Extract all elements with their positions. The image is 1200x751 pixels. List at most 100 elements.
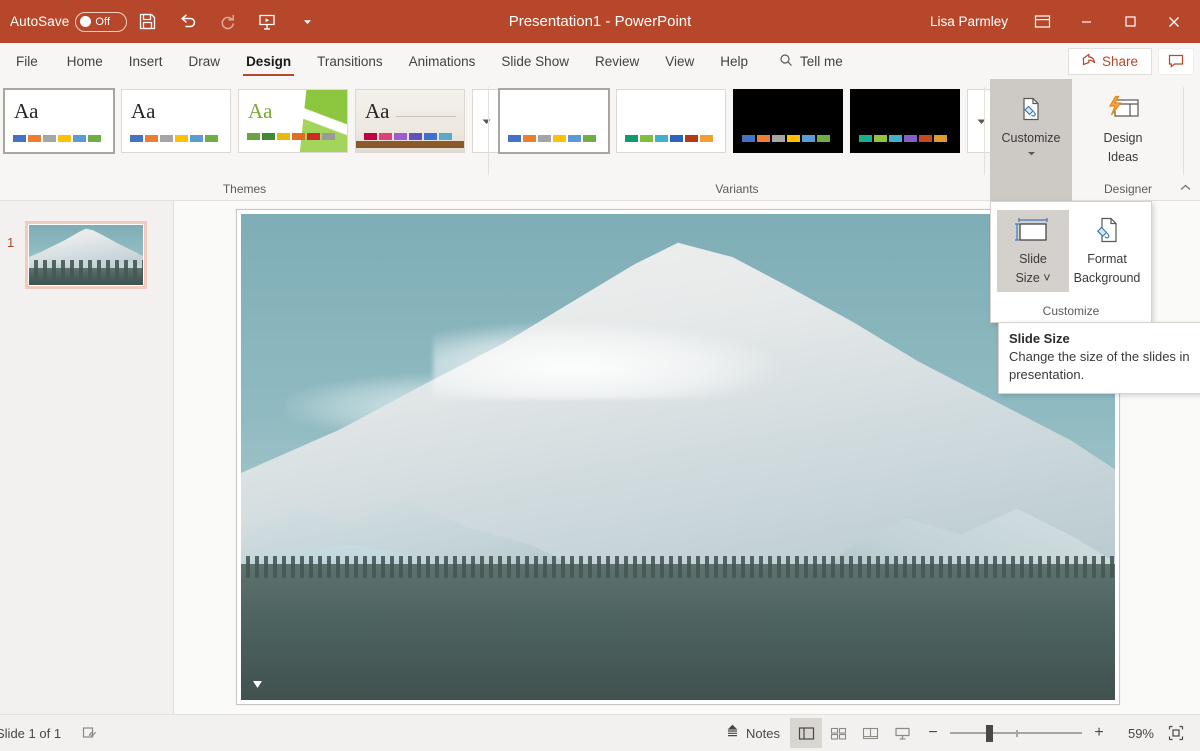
slide-editing-surface[interactable] — [236, 209, 1120, 705]
tab-design[interactable]: Design — [233, 43, 304, 79]
format-background-label-line2: Background — [1073, 271, 1141, 285]
slide-content[interactable] — [241, 214, 1115, 700]
customize-chevron-down-icon[interactable] — [1027, 150, 1036, 157]
zoom-out-button[interactable]: − — [924, 724, 942, 742]
dropdown-group-label: Customize — [1042, 304, 1100, 318]
accessibility-checker-icon[interactable] — [75, 721, 105, 745]
tab-view[interactable]: View — [652, 43, 707, 79]
forest — [29, 260, 143, 285]
tab-help[interactable]: Help — [707, 43, 761, 79]
autosave-toggle[interactable]: Off — [75, 11, 128, 32]
theme-swatches — [130, 135, 218, 142]
group-separator — [1183, 87, 1184, 175]
fit-slide-to-window-icon[interactable] — [1160, 719, 1192, 747]
close-button[interactable] — [1152, 0, 1196, 43]
design-ideas-button[interactable]: Design Ideas — [1082, 85, 1164, 165]
slide-size-label-line2: Size ˅ — [1015, 271, 1051, 285]
ribbon-group-themes: Aa Aa Aa Aa Themes — [0, 79, 500, 201]
user-account-name[interactable]: Lisa Parmley — [918, 14, 1020, 29]
variants-group-label: Variants — [715, 182, 759, 196]
slide-thumbnail-1[interactable] — [25, 221, 147, 289]
theme-sample-text: Aa — [131, 99, 156, 123]
theme-rule-line — [396, 116, 456, 117]
minimize-button[interactable] — [1064, 0, 1108, 43]
status-bar: Slide 1 of 1 Notes − + 59% — [0, 714, 1200, 751]
theme-swatches — [13, 135, 101, 142]
start-presentation-icon[interactable] — [247, 4, 287, 40]
slide-size-tooltip: Slide Size Change the size of the slides… — [998, 322, 1200, 395]
customize-button[interactable]: Customize — [990, 85, 1072, 165]
tab-insert[interactable]: Insert — [116, 43, 176, 79]
tab-draw[interactable]: Draw — [176, 43, 234, 79]
notes-label: Notes — [746, 725, 780, 741]
themes-gallery: Aa Aa Aa Aa — [3, 88, 500, 154]
reading-view-icon[interactable] — [854, 718, 886, 748]
save-icon[interactable] — [127, 4, 167, 40]
redo-icon[interactable] — [207, 4, 247, 40]
tab-slide-show[interactable]: Slide Show — [488, 43, 582, 79]
tab-transitions[interactable]: Transitions — [304, 43, 396, 79]
ribbon-display-options-icon[interactable] — [1020, 0, 1064, 43]
format-background-menu-item[interactable]: Format Background — [1071, 210, 1143, 292]
zoom-slider-midpoint-tick — [1016, 729, 1018, 737]
theme-swatches — [247, 133, 335, 140]
collapse-ribbon-chevron-up-icon[interactable] — [1179, 180, 1192, 198]
forest — [241, 555, 1115, 700]
tab-file[interactable]: File — [0, 43, 54, 79]
green-ribbon-decoration — [299, 90, 347, 152]
title-bar: AutoSave Off Presentation1 - PowerPoint … — [0, 0, 1200, 43]
title-bar-right: Lisa Parmley — [918, 0, 1200, 43]
zoom-controls: − + 59% — [918, 724, 1154, 742]
dropdown-items: Slide Size ˅ Format Background — [991, 202, 1151, 292]
share-icon — [1082, 53, 1096, 69]
variant-swatches — [508, 135, 596, 142]
designer-group-label: Designer — [1103, 182, 1153, 196]
theme-thumbnail-3[interactable]: Aa — [238, 89, 348, 153]
normal-view-icon[interactable] — [790, 718, 822, 748]
slide-sorter-icon[interactable] — [822, 718, 854, 748]
customize-quick-access-toolbar-chevron-down-icon[interactable] — [287, 4, 327, 40]
tell-me-search[interactable]: Tell me — [761, 43, 857, 79]
variant-thumbnail-4[interactable] — [850, 89, 960, 153]
search-icon — [779, 53, 793, 70]
cloud-summit — [433, 320, 783, 399]
tab-bar-right: Share — [1067, 43, 1200, 79]
tab-review[interactable]: Review — [582, 43, 652, 79]
variants-gallery — [498, 88, 995, 154]
wood-strip-decoration — [356, 141, 464, 148]
slide-show-icon[interactable] — [886, 718, 918, 748]
variant-thumbnail-2[interactable] — [616, 89, 726, 153]
zoom-level-label[interactable]: 59% — [1116, 726, 1154, 741]
quick-access-toolbar: AutoSave Off — [0, 4, 327, 40]
design-ideas-icon — [1106, 91, 1140, 127]
slide-list-item-1[interactable]: 1 — [7, 221, 147, 289]
variant-swatches — [625, 135, 713, 142]
share-button[interactable]: Share — [1067, 47, 1152, 75]
customize-dropdown-panel: Slide Size ˅ Format Background Customize — [990, 201, 1152, 323]
notes-icon — [725, 724, 740, 742]
comment-icon[interactable] — [1158, 47, 1194, 75]
share-label: Share — [1101, 53, 1138, 69]
theme-thumbnail-2[interactable]: Aa — [121, 89, 231, 153]
autosave-control[interactable]: AutoSave Off — [10, 11, 128, 32]
tooltip-body: Change the size of the slides in present… — [1009, 349, 1190, 382]
variant-thumbnail-1[interactable] — [498, 88, 610, 154]
slide-background-image — [241, 214, 1115, 700]
undo-icon[interactable] — [167, 4, 207, 40]
maximize-button[interactable] — [1108, 0, 1152, 43]
slide-size-icon — [1015, 216, 1051, 248]
slide-count-label[interactable]: Slide 1 of 1 — [0, 726, 61, 741]
zoom-slider[interactable] — [950, 724, 1082, 742]
tab-home[interactable]: Home — [54, 43, 116, 79]
variant-thumbnail-3[interactable] — [733, 89, 843, 153]
slide-thumbnail-pane[interactable]: 1 — [0, 201, 174, 714]
zoom-in-button[interactable]: + — [1090, 724, 1108, 742]
text-placeholder-marker-icon[interactable] — [251, 679, 264, 692]
notes-button[interactable]: Notes — [715, 719, 790, 747]
theme-thumbnail-4[interactable]: Aa — [355, 89, 465, 153]
tab-animations[interactable]: Animations — [396, 43, 489, 79]
theme-thumbnail-1[interactable]: Aa — [3, 88, 115, 154]
ribbon-group-designer: Design Ideas Designer — [1072, 79, 1184, 201]
zoom-slider-handle[interactable] — [986, 724, 993, 742]
slide-size-menu-item[interactable]: Slide Size ˅ — [997, 210, 1069, 292]
